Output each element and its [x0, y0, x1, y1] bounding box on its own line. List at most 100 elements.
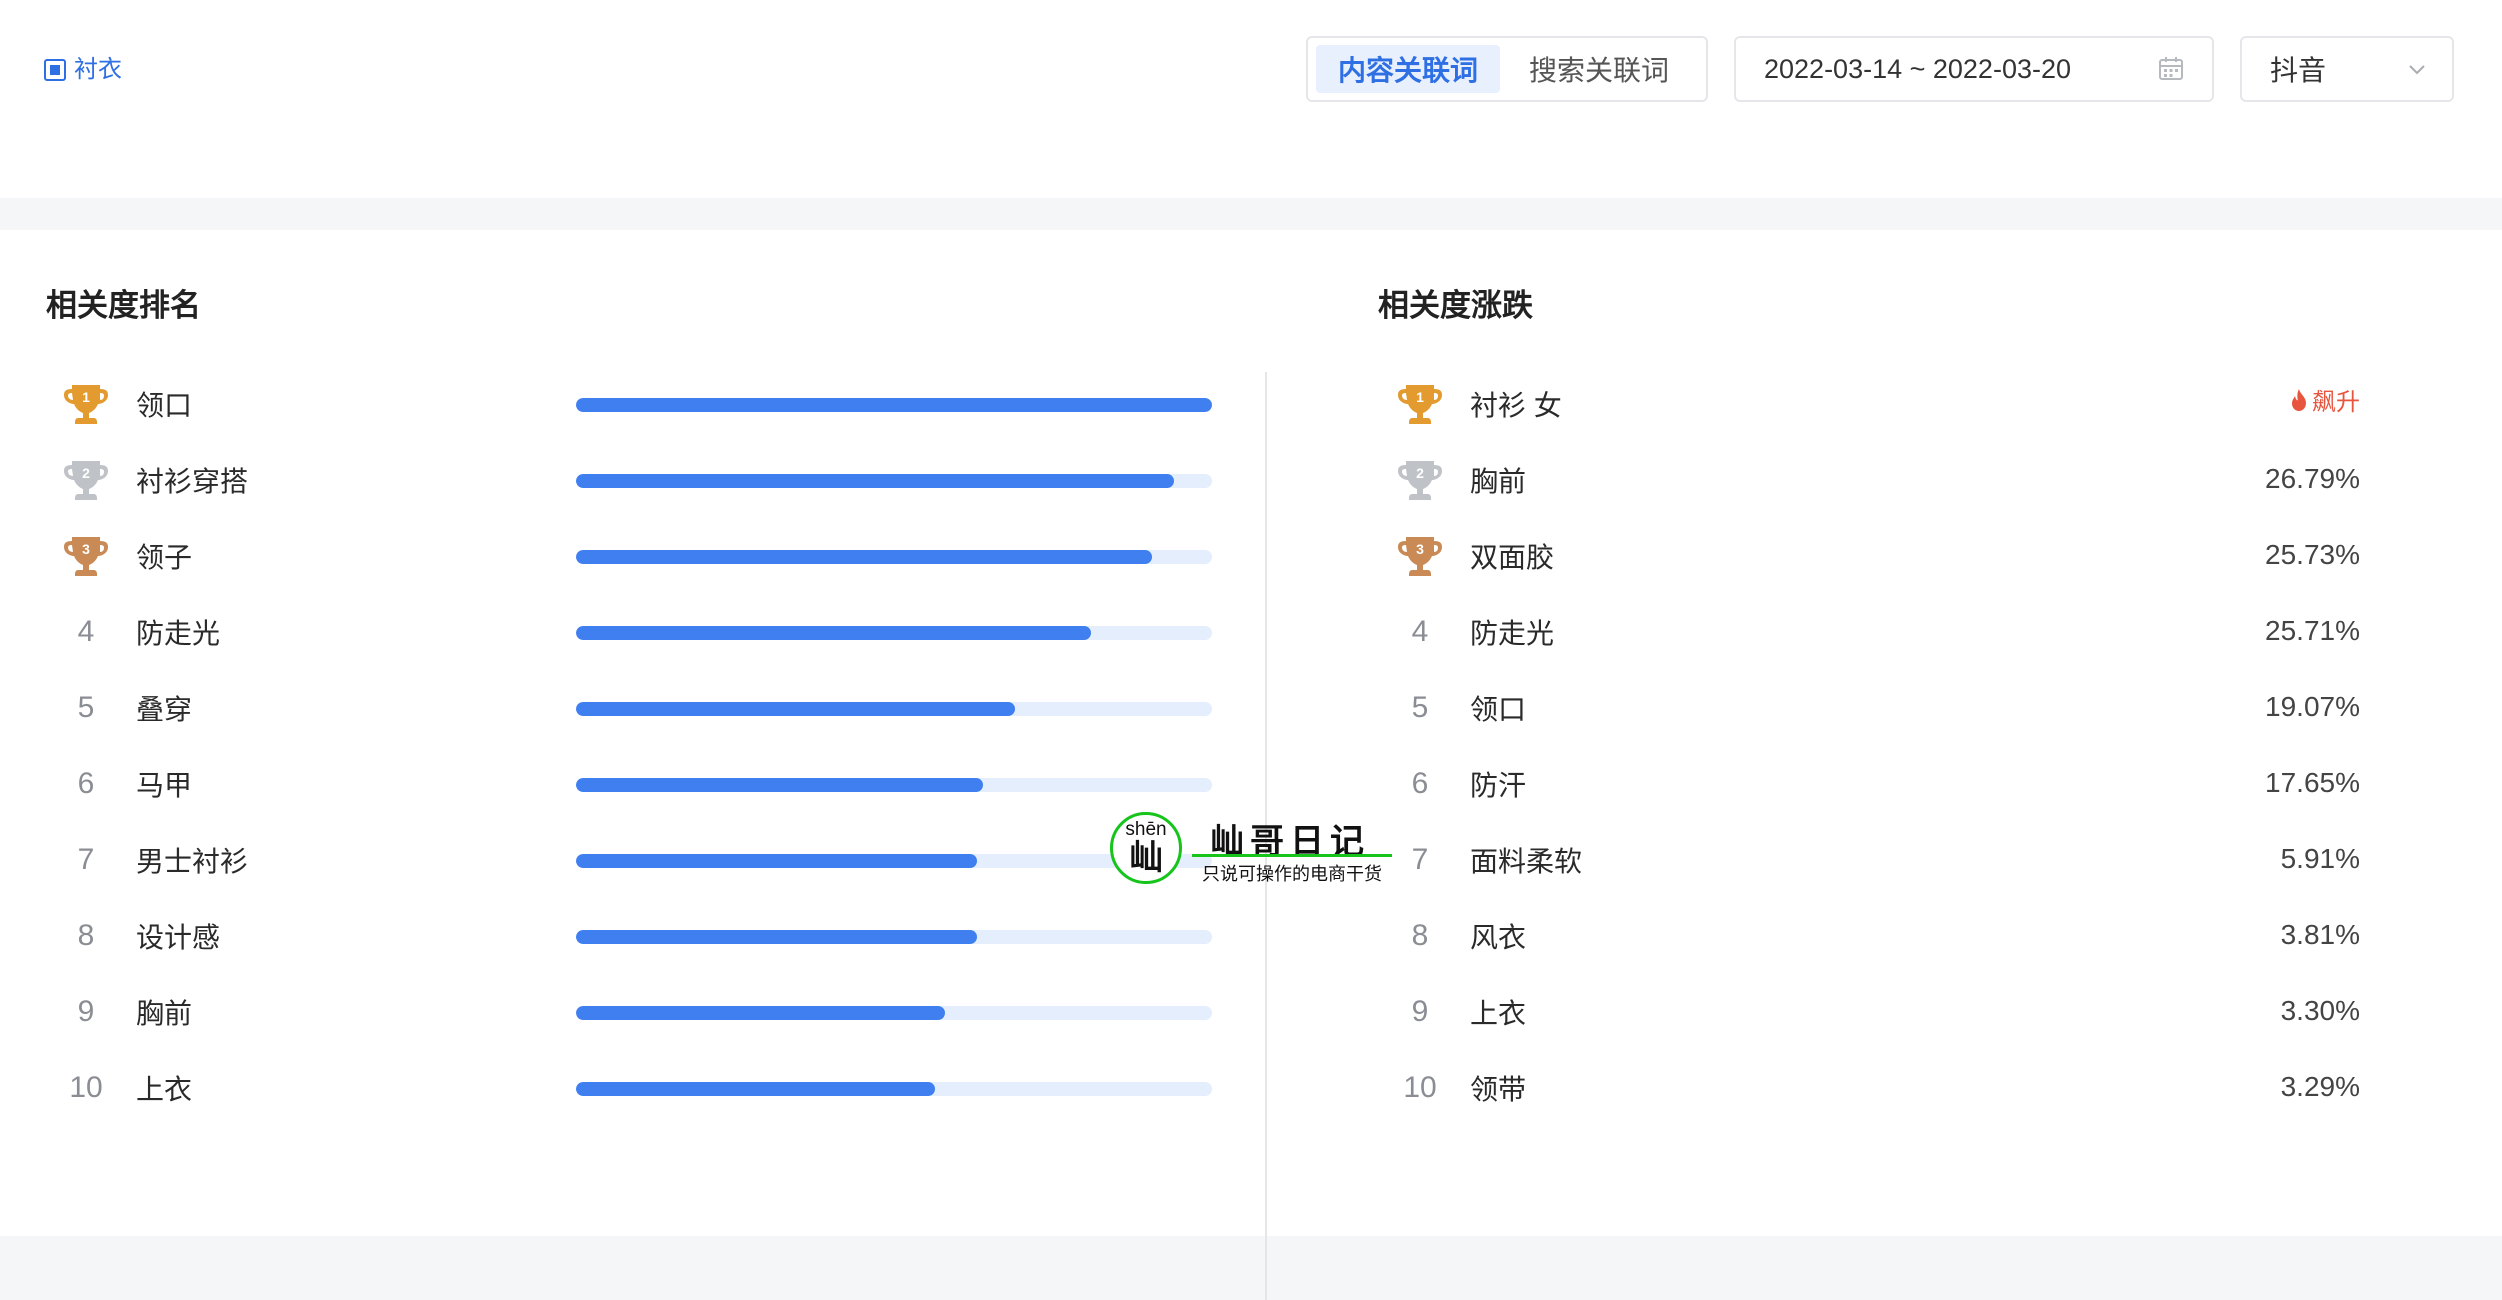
ranking-row: 10 上衣	[58, 1058, 1218, 1118]
change-title: 相关度涨跌	[1378, 288, 1533, 323]
watermark-char: 屾	[1129, 839, 1163, 877]
ranking-keyword: 衬衫穿搭	[136, 466, 249, 497]
change-percent: 3.81%	[2280, 919, 2360, 950]
rank-number: 5	[1411, 691, 1429, 724]
rank-number: 5	[77, 691, 95, 724]
platform-value: 抖音	[2270, 55, 2327, 86]
change-row: 4 防走光 25.71%	[1392, 602, 2360, 662]
rank-number: 7	[1411, 843, 1429, 876]
trophy-3-icon: 3	[58, 531, 114, 581]
change-percent: 3.30%	[2280, 995, 2360, 1026]
ranking-row: 4 防走光	[58, 602, 1218, 662]
rank-number: 9	[77, 995, 95, 1028]
svg-text:1: 1	[82, 389, 90, 405]
ranking-row: 3 领子	[58, 526, 1218, 586]
ranking-keyword: 领口	[136, 390, 193, 421]
trophy-2-icon: 2	[58, 455, 114, 505]
ranking-row: 5 叠穿	[58, 678, 1218, 738]
change-row: 5 领口 19.07%	[1392, 678, 2360, 738]
ranking-row: 2 衬衫穿搭	[58, 450, 1218, 510]
relevance-bar-fill	[576, 474, 1174, 488]
rank-number: 8	[1411, 919, 1429, 952]
change-row: 2 胸前 26.79%	[1392, 450, 2360, 510]
rank-number: 9	[1411, 995, 1429, 1028]
keyword-checkbox[interactable]: 衬衣	[44, 56, 122, 84]
change-keyword: 胸前	[1470, 466, 1527, 497]
surge-badge: 飙升	[2290, 382, 2360, 417]
watermark-subtitle: 只说可操作的电商干货	[1202, 864, 1382, 884]
relevance-bar-fill	[576, 930, 977, 944]
relevance-bar-track	[576, 474, 1212, 488]
change-row: 3 双面胶 25.73%	[1392, 526, 2360, 586]
rank-number: 4	[77, 615, 95, 648]
date-range-picker[interactable]: 2022-03-14 ~ 2022-03-20	[1734, 36, 2214, 102]
filter-bar-spacer	[0, 136, 2502, 198]
chevron-down-icon	[2409, 65, 2425, 75]
change-row: 9 上衣 3.30%	[1392, 982, 2360, 1042]
change-percent: 5.91%	[2280, 843, 2360, 874]
ranking-row: 9 胸前	[58, 982, 1218, 1042]
surge-label: 飙升	[2312, 389, 2360, 416]
ranking-keyword: 男士衬衫	[136, 846, 249, 877]
relevance-bar-fill	[576, 854, 977, 868]
watermark-pinyin: shēn	[1125, 819, 1167, 840]
change-percent: 3.29%	[2280, 1071, 2360, 1102]
filter-bar: 衬衣 内容关联词 搜索关联词 2022-03-14 ~ 2022-03-20 抖…	[0, 0, 2502, 136]
ranking-keyword: 马甲	[136, 770, 193, 801]
ranking-keyword: 上衣	[136, 1074, 193, 1105]
tab-content-related[interactable]: 内容关联词	[1316, 45, 1501, 93]
change-keyword: 领带	[1470, 1074, 1527, 1105]
relevance-bar-track	[576, 1082, 1212, 1096]
change-percent: 17.65%	[2265, 767, 2360, 798]
rank-number: 4	[1411, 615, 1429, 648]
checkbox-icon	[44, 59, 66, 81]
relevance-bar-fill	[576, 778, 984, 792]
relevance-bar-track	[576, 930, 1212, 944]
relevance-bar-fill	[576, 626, 1092, 640]
platform-select[interactable]: 抖音	[2240, 36, 2454, 102]
relevance-bar-fill	[576, 1082, 936, 1096]
change-percent: 25.71%	[2265, 615, 2360, 646]
change-percent: 26.79%	[2265, 463, 2360, 494]
relevance-bar-track	[576, 778, 1212, 792]
calendar-icon	[2159, 57, 2183, 80]
relevance-bar-fill	[576, 398, 1212, 412]
change-row: 1 衬衫 女 飙升	[1392, 374, 2360, 434]
ranking-row: 1 领口	[58, 374, 1218, 434]
ranking-row: 6 马甲	[58, 754, 1218, 814]
date-range-text: 2022-03-14 ~ 2022-03-20	[1764, 53, 2071, 84]
svg-text:1: 1	[1416, 389, 1424, 405]
ranking-title: 相关度排名	[46, 288, 201, 323]
rank-number: 10	[69, 1071, 103, 1104]
watermark-underline	[1192, 854, 1392, 857]
keyword-type-tabs: 内容关联词 搜索关联词	[1306, 36, 1708, 102]
ranking-row: 7 男士衬衫	[58, 830, 1218, 890]
change-keyword: 双面胶	[1470, 542, 1555, 573]
watermark-logo: shēn 屾	[1110, 812, 1182, 884]
ranking-keyword: 防走光	[136, 618, 221, 649]
rank-number: 10	[1403, 1071, 1437, 1104]
rank-number: 7	[77, 843, 95, 876]
change-percent: 25.73%	[2265, 539, 2360, 570]
change-keyword: 上衣	[1470, 998, 1527, 1029]
relevance-bar-track	[576, 702, 1212, 716]
change-keyword: 防走光	[1470, 618, 1555, 649]
rank-number: 6	[1411, 767, 1429, 800]
change-row: 10 领带 3.29%	[1392, 1058, 2360, 1118]
change-keyword: 防汗	[1470, 770, 1527, 801]
change-keyword: 领口	[1470, 694, 1527, 725]
svg-text:2: 2	[1416, 465, 1424, 481]
trophy-1-icon: 1	[1392, 379, 1448, 429]
tab-search-related[interactable]: 搜索关联词	[1500, 45, 1698, 93]
ranking-row: 8 设计感	[58, 906, 1218, 966]
change-keyword: 衬衫 女	[1470, 390, 1562, 421]
change-row: 8 风衣 3.81%	[1392, 906, 2360, 966]
flame-icon	[2292, 388, 2306, 411]
watermark: shēn 屾 屾哥日记 只说可操作的电商干货	[1110, 812, 1392, 888]
relevance-bar-track	[576, 550, 1212, 564]
trophy-3-icon: 3	[1392, 531, 1448, 581]
svg-text:3: 3	[1416, 541, 1424, 557]
relevance-bar-fill	[576, 1006, 945, 1020]
relevance-bar-track	[576, 1006, 1212, 1020]
ranking-keyword: 胸前	[136, 998, 193, 1029]
